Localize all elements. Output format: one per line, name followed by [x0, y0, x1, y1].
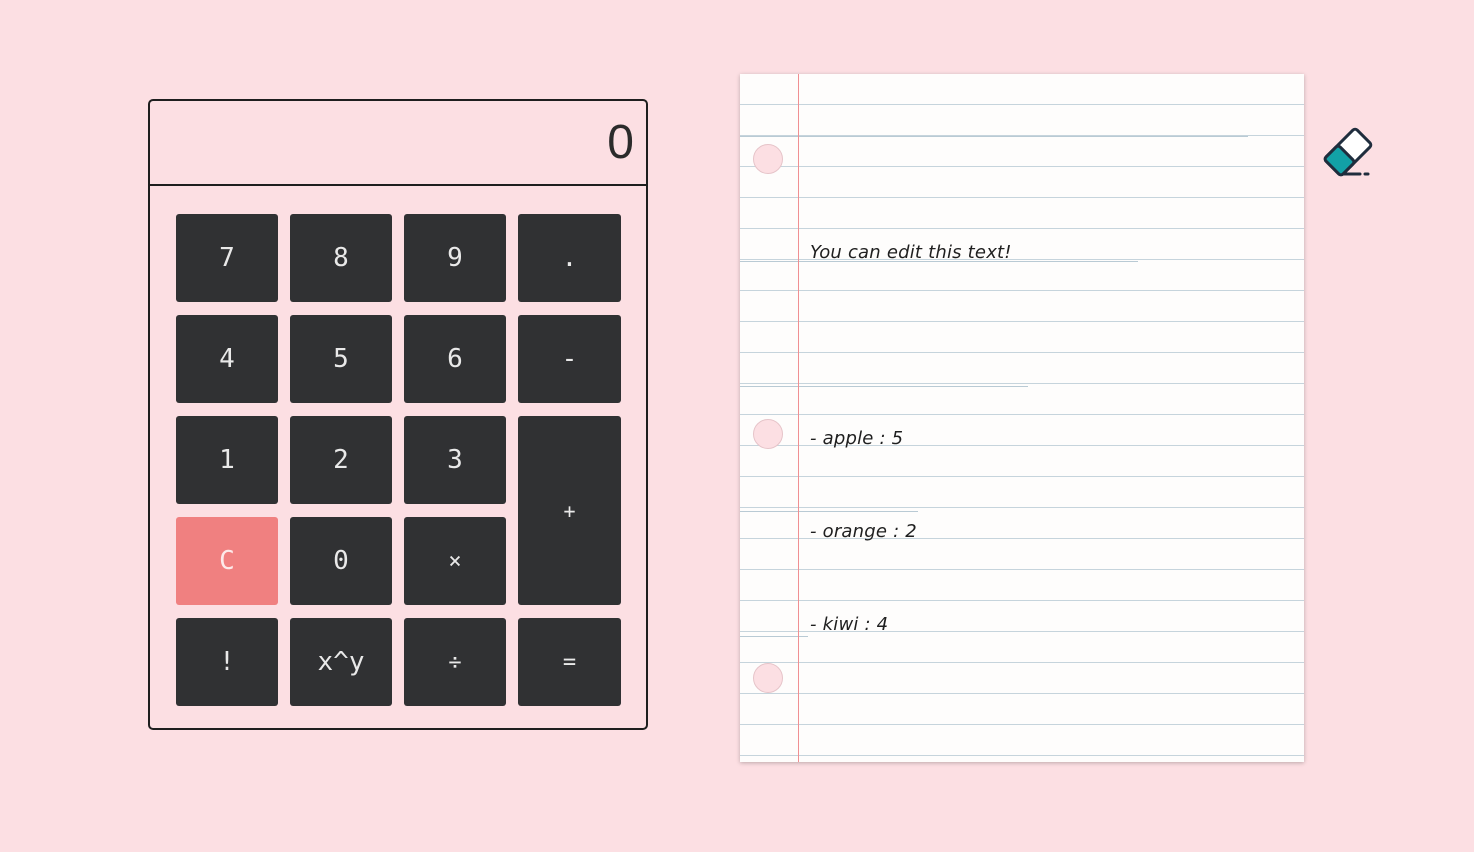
note-line: You can edit this text! — [810, 242, 1012, 263]
key-3[interactable]: 3 — [404, 416, 506, 504]
key-5[interactable]: 5 — [290, 315, 392, 403]
notepad-text-area[interactable]: You can edit this text! - apple : 5 - or… — [810, 175, 1290, 702]
note-line: - orange : 2 — [810, 521, 917, 542]
eraser-icon — [1323, 127, 1373, 177]
key-decimal[interactable]: . — [518, 214, 621, 302]
key-6[interactable]: 6 — [404, 315, 506, 403]
keypad: 7 8 9 . 4 5 6 - 1 2 3 + C 0 × ! x^y ÷ = — [176, 214, 622, 706]
key-8[interactable]: 8 — [290, 214, 392, 302]
notepad-accent-line — [740, 136, 1248, 137]
binder-hole — [753, 419, 783, 449]
key-7[interactable]: 7 — [176, 214, 278, 302]
key-9[interactable]: 9 — [404, 214, 506, 302]
key-add[interactable]: + — [518, 416, 621, 605]
key-subtract[interactable]: - — [518, 315, 621, 403]
calculator: 0 7 8 9 . 4 5 6 - 1 2 3 + C 0 × ! x^y ÷ … — [148, 99, 648, 730]
note-line: - apple : 5 — [810, 428, 904, 449]
key-1[interactable]: 1 — [176, 416, 278, 504]
binder-hole — [753, 144, 783, 174]
key-equals[interactable]: = — [518, 618, 621, 706]
note-line: - kiwi : 4 — [810, 614, 889, 635]
app-stage: 0 7 8 9 . 4 5 6 - 1 2 3 + C 0 × ! x^y ÷ … — [0, 0, 1474, 852]
key-4[interactable]: 4 — [176, 315, 278, 403]
key-factorial[interactable]: ! — [176, 618, 278, 706]
key-multiply[interactable]: × — [404, 517, 506, 605]
key-divide[interactable]: ÷ — [404, 618, 506, 706]
calculator-display: 0 — [150, 101, 646, 186]
note-line — [810, 330, 1290, 361]
key-0[interactable]: 0 — [290, 517, 392, 605]
display-value: 0 — [607, 115, 634, 169]
eraser-button[interactable] — [1318, 124, 1378, 180]
notepad-margin-line — [798, 74, 799, 762]
key-power[interactable]: x^y — [290, 618, 392, 706]
notepad: You can edit this text! - apple : 5 - or… — [740, 74, 1304, 762]
key-clear[interactable]: C — [176, 517, 278, 605]
binder-hole — [753, 663, 783, 693]
key-2[interactable]: 2 — [290, 416, 392, 504]
